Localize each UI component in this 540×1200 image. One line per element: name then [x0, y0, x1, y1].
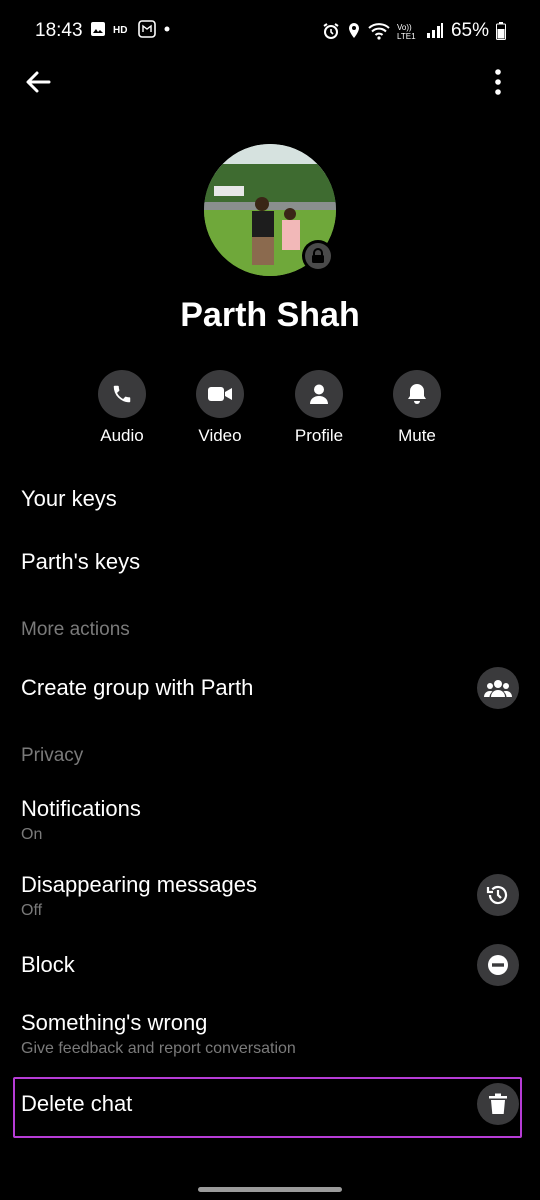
somethings-wrong-item[interactable]: Something's wrong Give feedback and repo… — [21, 1010, 521, 1058]
section-header-privacy: Privacy — [21, 745, 84, 766]
somethings-wrong-description: Give feedback and report conversation — [21, 1040, 296, 1057]
bell-icon — [408, 384, 426, 404]
video-label: Video — [198, 426, 242, 445]
hd-icon: HD — [113, 25, 127, 35]
profile-label: Profile — [294, 426, 344, 445]
delete-chat-item[interactable]: Delete chat — [21, 1091, 521, 1117]
battery-icon — [496, 22, 506, 40]
parths-keys-item[interactable]: Parth's keys — [21, 549, 521, 575]
audio-label: Audio — [100, 426, 144, 445]
disappearing-messages-label: Disappearing messages — [21, 872, 258, 897]
back-button[interactable] — [22, 66, 54, 98]
volte-icon: Vo))LTE1 — [397, 23, 416, 40]
block-button[interactable] — [477, 944, 519, 986]
audio-call-button[interactable]: Audio — [72, 370, 172, 446]
trash-icon — [489, 1093, 507, 1114]
image-icon — [91, 22, 105, 36]
parths-keys-label: Parth's keys — [21, 549, 141, 574]
mute-label: Mute — [398, 426, 436, 445]
battery-percentage: 65% — [450, 20, 489, 41]
dot-icon — [164, 26, 170, 32]
section-header-more-actions: More actions — [21, 619, 130, 640]
notifications-label: Notifications — [21, 796, 141, 821]
disappearing-messages-button[interactable] — [477, 874, 519, 916]
delete-chat-button[interactable] — [477, 1083, 519, 1125]
somethings-wrong-label: Something's wrong — [21, 1010, 208, 1035]
location-icon — [348, 23, 359, 38]
create-group-button[interactable] — [477, 667, 519, 709]
create-group-item[interactable]: Create group with Parth — [21, 675, 521, 701]
home-indicator[interactable] — [198, 1187, 342, 1192]
svg-text:LTE1: LTE1 — [397, 32, 416, 40]
more-vertical-icon — [495, 69, 501, 95]
video-camera-icon — [208, 387, 232, 401]
contact-name: Parth Shah — [180, 296, 360, 334]
alarm-icon — [323, 23, 339, 39]
disappearing-messages-status: Off — [21, 902, 43, 919]
your-keys-label: Your keys — [21, 486, 117, 511]
voice-icon — [138, 20, 156, 38]
notifications-item[interactable]: Notifications On — [21, 796, 521, 844]
group-icon — [484, 680, 512, 697]
status-time: 18:43 — [35, 20, 83, 41]
notifications-status: On — [21, 826, 43, 843]
mute-button[interactable]: Mute — [367, 370, 467, 446]
delete-chat-label: Delete chat — [21, 1091, 133, 1116]
history-timer-icon — [486, 885, 508, 905]
profile-button[interactable]: Profile — [269, 370, 369, 446]
signal-icon — [426, 23, 443, 38]
top-bar — [0, 62, 540, 102]
wifi-icon — [368, 23, 390, 40]
encryption-lock-badge — [302, 240, 334, 272]
block-item[interactable]: Block — [21, 952, 521, 978]
create-group-label: Create group with Parth — [21, 675, 254, 700]
video-call-button[interactable]: Video — [170, 370, 270, 446]
lock-icon — [312, 248, 324, 263]
status-bar: 18:43 HD Vo)) LTE1 65% — [0, 0, 540, 62]
more-options-button[interactable] — [490, 66, 506, 98]
back-arrow-icon — [26, 71, 51, 93]
svg-text:Vo)): Vo)) — [397, 23, 412, 32]
profile-avatar-container[interactable] — [204, 144, 336, 276]
phone-icon — [113, 385, 131, 403]
your-keys-item[interactable]: Your keys — [21, 486, 521, 512]
block-icon — [488, 955, 508, 975]
disappearing-messages-item[interactable]: Disappearing messages Off — [21, 872, 521, 920]
person-icon — [310, 384, 328, 404]
block-label: Block — [21, 952, 75, 977]
svg-text:HD: HD — [113, 25, 127, 35]
